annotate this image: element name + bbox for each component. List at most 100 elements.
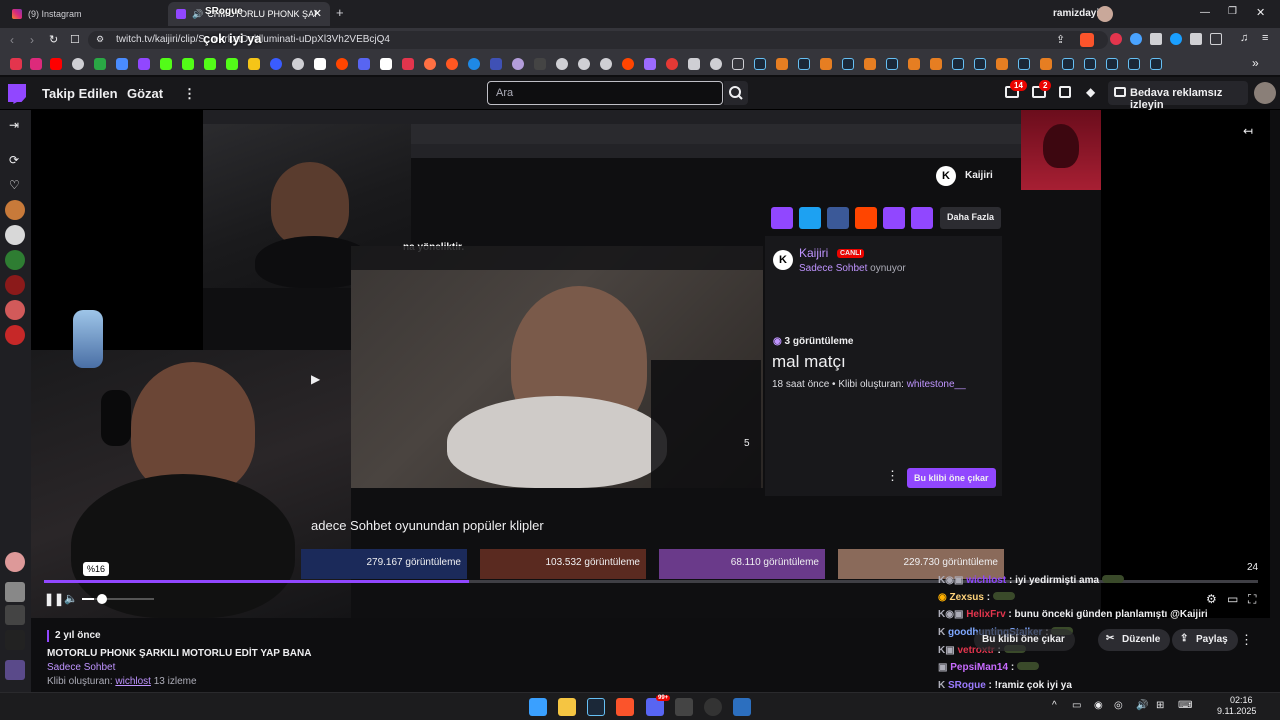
bookmark-icon[interactable] (94, 58, 106, 70)
bookmark-icon[interactable] (930, 58, 942, 70)
collapse-chat-icon[interactable]: ↤ (1243, 124, 1253, 138)
bookmark-icon[interactable] (556, 58, 568, 70)
extension-icon[interactable] (1110, 33, 1122, 45)
share-button[interactable]: ⇪ Paylaş (1172, 629, 1238, 651)
bookmark-icon[interactable] (820, 58, 832, 70)
media-icon[interactable]: ♫ (1240, 32, 1248, 44)
minimize-icon[interactable]: — (1200, 7, 1210, 18)
steam-icon[interactable] (1106, 58, 1118, 70)
windows-start-icon[interactable] (529, 698, 547, 716)
tray-icon[interactable]: ⌨ (1178, 700, 1192, 711)
channel-avatar[interactable] (5, 250, 25, 270)
new-tab-icon[interactable]: + (336, 5, 344, 20)
stream-game[interactable]: Sadece Sohbet (799, 263, 867, 274)
bookmark-icon[interactable] (248, 58, 260, 70)
user-avatar[interactable] (1254, 82, 1276, 104)
volume-icon[interactable]: 🔈 (64, 592, 78, 605)
settings-icon[interactable]: ⚙ (1206, 592, 1217, 606)
steam-icon[interactable] (754, 58, 766, 70)
bookmark-icon[interactable] (50, 58, 62, 70)
bookmark-icon[interactable] (138, 58, 150, 70)
bookmark-icon[interactable] (160, 58, 172, 70)
forward-icon[interactable]: › (30, 33, 34, 47)
channel-avatar[interactable] (5, 630, 25, 650)
bookmark-icon[interactable] (380, 58, 392, 70)
bookmark-icon[interactable] (446, 58, 458, 70)
theater-mode-icon[interactable]: ▭ (1227, 592, 1238, 606)
facebook-icon[interactable] (827, 207, 849, 229)
steam-icon[interactable] (587, 698, 605, 716)
menu-icon[interactable]: ≡ (1262, 32, 1268, 44)
tab-twitch-clip[interactable]: 🔊 CHMOTORLU PHONK ŞARKIL ✕ (168, 2, 330, 26)
reddit-icon[interactable] (855, 207, 877, 229)
popular-clip-thumb[interactable]: 279.167 görüntüleme (301, 549, 467, 579)
extension-icon[interactable] (1150, 33, 1162, 45)
bookmark-icon[interactable] (864, 58, 876, 70)
bookmark-icon[interactable] (182, 58, 194, 70)
chat-username[interactable]: HelixFrv (966, 609, 1005, 620)
window-close-icon[interactable]: ✕ (1256, 6, 1265, 19)
bookmark-icon[interactable] (116, 58, 128, 70)
bookmark-icon[interactable] (468, 58, 480, 70)
bookmark-icon[interactable] (578, 58, 590, 70)
channel-avatar[interactable] (5, 582, 25, 602)
tab-close-icon[interactable]: ✕ (313, 7, 322, 20)
nav-following[interactable]: Takip Edilen (42, 86, 118, 101)
brave-shield-icon[interactable] (1080, 33, 1094, 47)
chat-username[interactable]: wichlost (966, 575, 1006, 586)
steam-icon[interactable] (798, 58, 810, 70)
channel-avatar[interactable] (5, 660, 25, 680)
network-icon[interactable]: ⊞ (1156, 700, 1164, 711)
embed-icon[interactable] (883, 207, 905, 229)
channel-avatar[interactable] (5, 325, 25, 345)
bookmark-icon[interactable] (10, 58, 22, 70)
search-input[interactable]: Ara (487, 81, 723, 105)
steam-icon[interactable] (1084, 58, 1096, 70)
volume-slider[interactable] (82, 598, 154, 600)
bookmark-icon[interactable] (336, 58, 348, 70)
bookmark-icon[interactable] (534, 58, 546, 70)
reload-icon[interactable]: ↻ (49, 33, 58, 46)
steam-icon[interactable] (842, 58, 854, 70)
steam-icon[interactable] (974, 58, 986, 70)
bookmark-icon[interactable] (72, 58, 84, 70)
clip-creator-link[interactable]: whitestone__ (907, 379, 966, 390)
nav-browse[interactable]: Gözat (127, 86, 163, 101)
steam-icon[interactable] (886, 58, 898, 70)
clip-category-link[interactable]: Sadece Sohbet (47, 662, 115, 673)
folder-icon[interactable] (732, 58, 744, 70)
steam-icon[interactable] (1150, 58, 1162, 70)
streamer-name[interactable]: Kaijiri (799, 246, 828, 260)
bookmark-icon[interactable] (996, 58, 1008, 70)
channel-avatar[interactable] (5, 200, 25, 220)
extension-icon[interactable] (1170, 33, 1182, 45)
bookmark-icon[interactable] (776, 58, 788, 70)
pause-icon[interactable]: ❚❚ (44, 592, 64, 606)
back-icon[interactable]: ‹ (10, 33, 14, 47)
refresh-icon[interactable]: ⟳ (9, 153, 19, 167)
app-icon[interactable] (733, 698, 751, 716)
more-bookmarks-icon[interactable]: » (1252, 56, 1259, 70)
chat-icon[interactable] (1059, 86, 1071, 98)
steam-icon[interactable] (952, 58, 964, 70)
sidebar-icon[interactable] (1210, 33, 1222, 45)
steam-icon[interactable] (1018, 58, 1030, 70)
bookmark-icon[interactable] (688, 58, 700, 70)
share-icon[interactable]: ⇪ (1056, 33, 1065, 46)
download-icon[interactable] (771, 207, 793, 229)
steam-tray-icon[interactable]: ◎ (1114, 700, 1123, 711)
bookmark-icon[interactable] (512, 58, 524, 70)
channel-avatar[interactable] (5, 275, 25, 295)
app-icon[interactable] (675, 698, 693, 716)
site-info-icon[interactable]: ⚙ (96, 34, 104, 45)
brave-icon[interactable] (616, 698, 634, 716)
chat-username[interactable]: PepsiMan14 (950, 662, 1008, 673)
chat-username[interactable]: Zexsus (950, 592, 984, 603)
ad-free-button[interactable]: Bedava reklamsız izleyin (1108, 81, 1248, 111)
bits-icon[interactable]: ◆ (1086, 85, 1095, 99)
maximize-icon[interactable]: ❐ (1228, 6, 1237, 17)
bookmark-icon[interactable] (402, 58, 414, 70)
channel-avatar[interactable] (5, 605, 25, 625)
bookmark-icon[interactable]: ☐ (70, 33, 80, 46)
bookmark-icon[interactable] (622, 58, 634, 70)
